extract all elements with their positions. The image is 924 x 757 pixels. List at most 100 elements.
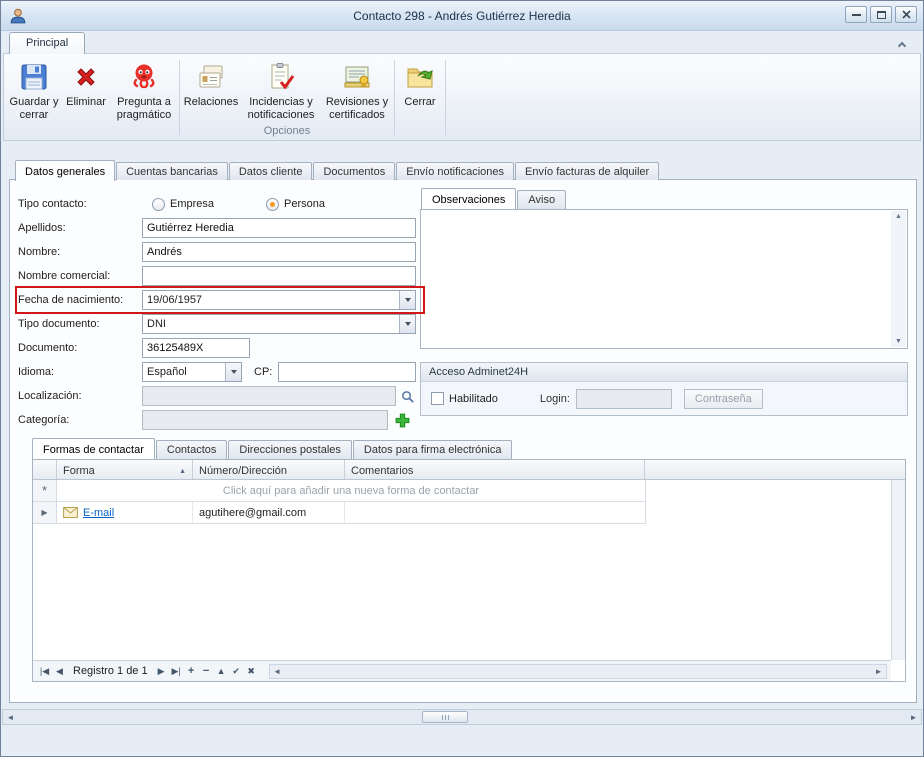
- scroll-up-icon[interactable]: ▲: [895, 211, 902, 222]
- datos-generales-panel: Tipo contacto: Empresa Persona Apellidos…: [9, 179, 917, 703]
- save-icon: [18, 61, 50, 93]
- minimize-button[interactable]: [845, 6, 867, 23]
- scroll-right-icon[interactable]: ►: [906, 713, 921, 722]
- new-row-hint[interactable]: Click aquí para añadir una nueva forma d…: [57, 480, 645, 501]
- column-header-forma[interactable]: Forma ▲: [57, 460, 193, 479]
- radio-persona[interactable]: [266, 198, 279, 211]
- categoria-label: Categoría:: [18, 414, 142, 426]
- idioma-dropdown[interactable]: Español: [142, 362, 242, 382]
- grip-icon: [445, 715, 446, 720]
- grid-new-row[interactable]: * Click aquí para añadir una nueva forma…: [33, 480, 646, 502]
- nombre-input[interactable]: [142, 242, 416, 262]
- tipo-contacto-row: Tipo contacto: Empresa Persona: [18, 192, 424, 216]
- scrollbar-thumb[interactable]: [422, 711, 468, 723]
- documento-input[interactable]: [142, 338, 250, 358]
- next-record-button[interactable]: ▶: [154, 666, 169, 677]
- fecha-nacimiento-dropdown-button[interactable]: [399, 291, 415, 309]
- tab-documentos[interactable]: Documentos: [313, 162, 395, 180]
- apellidos-row: Apellidos:: [18, 216, 424, 240]
- sort-ascending-icon: ▲: [179, 468, 186, 475]
- tab-aviso[interactable]: Aviso: [517, 190, 566, 209]
- last-record-button[interactable]: ▶|: [169, 666, 184, 677]
- ribbon-tab-principal[interactable]: Principal: [9, 32, 85, 54]
- scroll-left-icon[interactable]: ◄: [3, 713, 18, 722]
- tab-datos-cliente[interactable]: Datos cliente: [229, 162, 313, 180]
- guardar-y-cerrar-button[interactable]: Guardar y cerrar: [6, 57, 62, 123]
- ribbon-group-cerrar: Cerrar: [396, 55, 444, 140]
- grid-horizontal-scrollbar[interactable]: ◄ ►: [269, 664, 887, 679]
- forma-cell[interactable]: E-mail: [57, 502, 193, 523]
- scroll-left-icon[interactable]: ◄: [270, 667, 285, 676]
- tab-direcciones-postales[interactable]: Direcciones postales: [228, 440, 352, 459]
- ribbon-tabrow: Principal: [1, 31, 923, 53]
- column-header-numero-direccion[interactable]: Número/Dirección: [193, 460, 345, 479]
- localizacion-lookup-button[interactable]: [398, 387, 416, 405]
- apellidos-input[interactable]: [142, 218, 416, 238]
- tab-envio-facturas[interactable]: Envío facturas de alquiler: [515, 162, 659, 180]
- revisiones-button[interactable]: Revisiones y certificados: [321, 57, 393, 123]
- fecha-nacimiento-row: Fecha de nacimiento: 19/06/1957: [18, 288, 424, 312]
- tipo-documento-dropdown-button[interactable]: [399, 315, 415, 333]
- ribbon-separator: [394, 60, 395, 135]
- window-horizontal-scrollbar[interactable]: ◄ ►: [2, 709, 922, 725]
- scroll-down-icon[interactable]: ▼: [895, 336, 902, 347]
- fecha-nacimiento-value: 19/06/1957: [143, 291, 399, 309]
- scroll-right-icon[interactable]: ►: [871, 667, 886, 676]
- tab-contactos[interactable]: Contactos: [156, 440, 228, 459]
- habilitado-checkbox[interactable]: [431, 392, 444, 405]
- ribbon-group-caption-empty: [396, 125, 444, 140]
- main-tabstrip: Datos generales Cuentas bancarias Datos …: [15, 160, 660, 180]
- fecha-nacimiento-label: Fecha de nacimiento:: [18, 294, 142, 306]
- radio-empresa[interactable]: [152, 198, 165, 211]
- add-record-button[interactable]: +: [184, 665, 199, 677]
- ribbon-group-caption: Opciones: [181, 125, 393, 140]
- row-focus-indicator-icon: ▶: [33, 502, 57, 523]
- localizacion-label: Localización:: [18, 390, 142, 402]
- ribbon-group-opciones: Relaciones Incidencias y notificaciones: [181, 55, 393, 140]
- pregunta-pragmatico-button[interactable]: Pregunta a pragmático: [110, 57, 178, 123]
- tab-formas-de-contactar[interactable]: Formas de contactar: [32, 438, 155, 459]
- maximize-button[interactable]: [870, 6, 892, 23]
- tipo-documento-label: Tipo documento:: [18, 318, 142, 330]
- window-title: Contacto 298 - Andrés Gutiérrez Heredia: [1, 9, 923, 23]
- idioma-dropdown-button[interactable]: [225, 363, 241, 381]
- tab-observaciones[interactable]: Observaciones: [421, 188, 516, 209]
- tab-cuentas-bancarias[interactable]: Cuentas bancarias: [116, 162, 228, 180]
- ribbon-collapse-button[interactable]: [891, 36, 913, 51]
- delete-record-button[interactable]: −: [199, 665, 214, 677]
- post-edit-button[interactable]: ✔: [229, 666, 244, 677]
- idioma-row: Idioma: Español CP:: [18, 360, 424, 384]
- tipo-documento-dropdown[interactable]: DNI: [142, 314, 416, 334]
- categoria-input: [142, 410, 388, 430]
- email-link[interactable]: E-mail: [83, 507, 114, 519]
- observaciones-textarea[interactable]: [423, 212, 889, 346]
- relaciones-button[interactable]: Relaciones: [181, 57, 241, 111]
- eliminar-button[interactable]: Eliminar: [62, 57, 110, 111]
- contact-app-icon: [9, 7, 27, 25]
- tab-datos-firma-electronica[interactable]: Datos para firma electrónica: [353, 440, 513, 459]
- scroll-track[interactable]: [285, 665, 871, 678]
- close-folder-icon: [404, 61, 436, 93]
- cp-input[interactable]: [278, 362, 416, 382]
- tab-datos-generales[interactable]: Datos generales: [15, 160, 115, 181]
- column-header-comentarios[interactable]: Comentarios: [345, 460, 645, 479]
- add-categoria-button[interactable]: [392, 410, 412, 430]
- close-button[interactable]: [895, 6, 917, 23]
- incidencias-button[interactable]: Incidencias y notificaciones: [241, 57, 321, 123]
- edit-record-button[interactable]: ▲: [214, 666, 229, 676]
- cancel-edit-button[interactable]: ✖: [244, 666, 259, 677]
- tab-envio-notificaciones[interactable]: Envío notificaciones: [396, 162, 514, 180]
- comentarios-cell[interactable]: [345, 502, 645, 523]
- fecha-nacimiento-dropdown[interactable]: 19/06/1957: [142, 290, 416, 310]
- cerrar-button[interactable]: Cerrar: [396, 57, 444, 111]
- previous-record-button[interactable]: ◀: [52, 666, 67, 677]
- apellidos-label: Apellidos:: [18, 222, 142, 234]
- direccion-cell[interactable]: agutihere@gmail.com: [193, 502, 345, 523]
- first-record-button[interactable]: |◀: [37, 666, 52, 677]
- grid-row-email[interactable]: ▶ E-mail agutihere@gmail.com: [33, 502, 646, 524]
- idioma-label: Idioma:: [18, 366, 142, 378]
- observaciones-scrollbar[interactable]: ▲ ▼: [891, 211, 906, 347]
- ribbon-separator: [179, 60, 180, 135]
- grid-vertical-scrollbar[interactable]: [891, 480, 905, 660]
- nombre-comercial-input[interactable]: [142, 266, 416, 286]
